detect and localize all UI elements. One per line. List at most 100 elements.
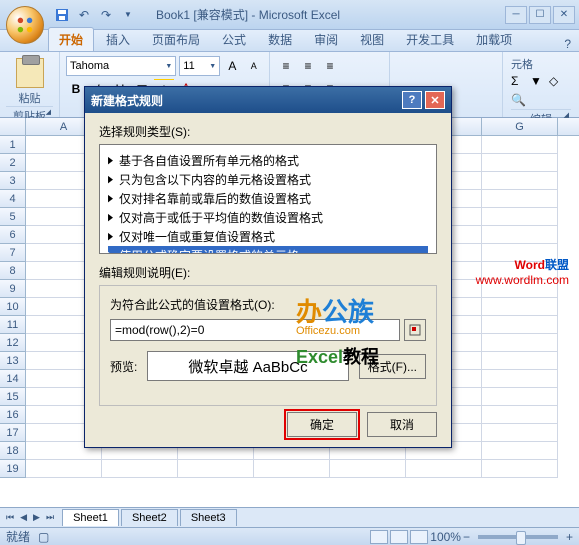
row-header[interactable]: 5: [0, 208, 26, 226]
clear-icon[interactable]: ◇: [549, 74, 565, 90]
save-icon[interactable]: [54, 7, 70, 23]
col-header[interactable]: G: [482, 118, 558, 135]
office-button[interactable]: [6, 6, 44, 44]
cell[interactable]: [482, 316, 558, 334]
zoom-slider[interactable]: [478, 535, 558, 539]
zoom-out-icon[interactable]: −: [463, 530, 470, 544]
tab-insert[interactable]: 插入: [96, 28, 140, 51]
sheet-tab[interactable]: Sheet1: [62, 509, 119, 526]
sheet-tab[interactable]: Sheet3: [180, 509, 237, 526]
normal-view-icon[interactable]: [370, 530, 388, 544]
select-all-corner[interactable]: [0, 118, 26, 135]
row-header[interactable]: 17: [0, 424, 26, 442]
tab-developer[interactable]: 开发工具: [396, 28, 464, 51]
align-mid-icon[interactable]: ≡: [298, 56, 318, 76]
find-icon[interactable]: 🔍: [511, 93, 527, 109]
grow-font-icon[interactable]: A: [223, 56, 241, 76]
rule-type-list[interactable]: 基于各自值设置所有单元格的格式 只为包含以下内容的单元格设置格式 仅对排名靠前或…: [99, 144, 437, 254]
maximize-button[interactable]: ☐: [529, 6, 551, 24]
row-header[interactable]: 4: [0, 190, 26, 208]
sheet-nav-first-icon[interactable]: ⏮: [4, 512, 16, 523]
paste-label[interactable]: 粘贴: [6, 90, 53, 106]
dialog-help-button[interactable]: ?: [402, 91, 422, 109]
page-layout-view-icon[interactable]: [390, 530, 408, 544]
sheet-nav-prev-icon[interactable]: ◀: [18, 512, 29, 523]
cell[interactable]: [482, 334, 558, 352]
row-header[interactable]: 13: [0, 352, 26, 370]
cell[interactable]: [102, 460, 178, 478]
cell[interactable]: [482, 352, 558, 370]
cancel-button[interactable]: 取消: [367, 412, 437, 437]
dialog-close-button[interactable]: ✕: [425, 91, 445, 109]
font-size-combo[interactable]: 11: [179, 56, 220, 76]
cell[interactable]: [482, 136, 558, 154]
tab-home[interactable]: 开始: [48, 27, 94, 51]
row-header[interactable]: 12: [0, 334, 26, 352]
cell[interactable]: [482, 172, 558, 190]
rule-type-item[interactable]: 仅对排名靠前或靠后的数值设置格式: [108, 189, 428, 208]
cell[interactable]: [406, 460, 482, 478]
minimize-button[interactable]: ─: [505, 6, 527, 24]
cell[interactable]: [482, 370, 558, 388]
row-header[interactable]: 15: [0, 388, 26, 406]
help-icon[interactable]: ?: [564, 37, 579, 51]
rule-type-item[interactable]: 仅对唯一值或重复值设置格式: [108, 227, 428, 246]
tab-addins[interactable]: 加载项: [466, 28, 522, 51]
font-name-combo[interactable]: Tahoma: [66, 56, 176, 76]
row-header[interactable]: 10: [0, 298, 26, 316]
cell[interactable]: [482, 388, 558, 406]
row-header[interactable]: 14: [0, 370, 26, 388]
tab-view[interactable]: 视图: [350, 28, 394, 51]
tab-data[interactable]: 数据: [258, 28, 302, 51]
cell[interactable]: [482, 424, 558, 442]
rule-type-item[interactable]: 仅对高于或低于平均值的数值设置格式: [108, 208, 428, 227]
bold-icon[interactable]: B: [66, 79, 86, 99]
undo-icon[interactable]: ↶: [76, 7, 92, 23]
row-header[interactable]: 2: [0, 154, 26, 172]
rule-type-item[interactable]: 只为包含以下内容的单元格设置格式: [108, 170, 428, 189]
rule-type-item-selected[interactable]: 使用公式确定要设置格式的单元格: [108, 246, 428, 254]
cell[interactable]: [330, 460, 406, 478]
macro-record-icon[interactable]: ▢: [38, 530, 49, 544]
qat-dropdown-icon[interactable]: ▼: [120, 7, 136, 23]
collapse-dialog-icon[interactable]: [404, 319, 426, 341]
cell[interactable]: [254, 460, 330, 478]
redo-icon[interactable]: ↷: [98, 7, 114, 23]
row-header[interactable]: 1: [0, 136, 26, 154]
fill-icon[interactable]: ▼: [530, 74, 546, 90]
close-button[interactable]: ✕: [553, 6, 575, 24]
page-break-view-icon[interactable]: [410, 530, 428, 544]
autosum-icon[interactable]: Σ: [511, 74, 527, 90]
cell[interactable]: [482, 208, 558, 226]
align-bot-icon[interactable]: ≡: [320, 56, 340, 76]
cell[interactable]: [26, 460, 102, 478]
row-header[interactable]: 3: [0, 172, 26, 190]
row-header[interactable]: 9: [0, 280, 26, 298]
row-header[interactable]: 7: [0, 244, 26, 262]
cell[interactable]: [482, 298, 558, 316]
zoom-percent[interactable]: 100%: [430, 530, 461, 544]
rule-type-item[interactable]: 基于各自值设置所有单元格的格式: [108, 151, 428, 170]
row-header[interactable]: 11: [0, 316, 26, 334]
sheet-nav-last-icon[interactable]: ⏭: [44, 512, 56, 523]
tab-page-layout[interactable]: 页面布局: [142, 28, 210, 51]
sheet-tab[interactable]: Sheet2: [121, 509, 178, 526]
dialog-titlebar[interactable]: 新建格式规则 ? ✕: [85, 87, 451, 113]
row-header[interactable]: 18: [0, 442, 26, 460]
cell[interactable]: [482, 226, 558, 244]
row-header[interactable]: 16: [0, 406, 26, 424]
tab-review[interactable]: 审阅: [304, 28, 348, 51]
cell[interactable]: [482, 190, 558, 208]
sheet-nav-next-icon[interactable]: ▶: [31, 512, 42, 523]
paste-icon[interactable]: [16, 58, 44, 88]
cell[interactable]: [482, 154, 558, 172]
ok-button[interactable]: 确定: [287, 412, 357, 437]
cell[interactable]: [178, 460, 254, 478]
shrink-font-icon[interactable]: A: [245, 56, 263, 76]
row-header[interactable]: 8: [0, 262, 26, 280]
tab-formulas[interactable]: 公式: [212, 28, 256, 51]
cell[interactable]: [482, 460, 558, 478]
align-top-icon[interactable]: ≡: [276, 56, 296, 76]
cell[interactable]: [482, 406, 558, 424]
cell[interactable]: [482, 442, 558, 460]
